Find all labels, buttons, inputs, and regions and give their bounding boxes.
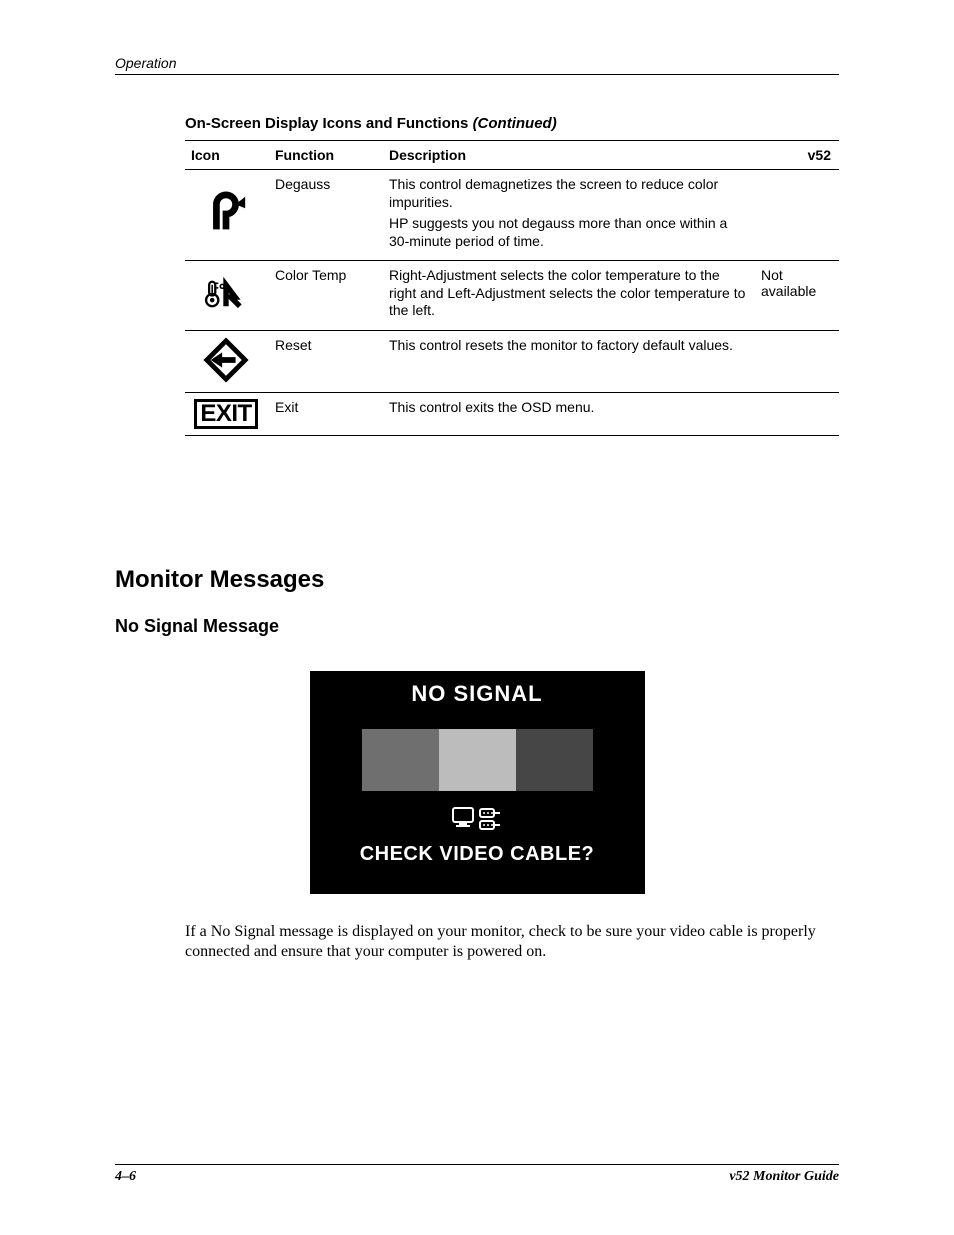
exit-icon-cell: EXIT bbox=[185, 392, 269, 435]
table-title-continued: (Continued) bbox=[473, 115, 557, 132]
table-row: Degauss This control demagnetizes the sc… bbox=[185, 170, 839, 261]
bar-grey-3 bbox=[516, 729, 593, 791]
no-signal-message: CHECK VIDEO CABLE? bbox=[310, 843, 645, 866]
table-row: EXIT Exit This control exits the OSD men… bbox=[185, 392, 839, 435]
degauss-icon-cell bbox=[185, 170, 269, 261]
bar-grey-1 bbox=[362, 729, 439, 791]
footer-rule bbox=[115, 1164, 839, 1165]
v52-cell bbox=[755, 170, 839, 261]
header-section-label: Operation bbox=[115, 55, 839, 71]
table-row: Reset This control resets the monitor to… bbox=[185, 330, 839, 392]
page-footer: 4–6 v52 Monitor Guide bbox=[115, 1164, 839, 1185]
th-v52: v52 bbox=[755, 141, 839, 170]
exit-icon: EXIT bbox=[194, 399, 257, 429]
colortemp-icon-cell bbox=[185, 261, 269, 331]
footer-page-number: 4–6 bbox=[115, 1169, 136, 1185]
func-cell: Degauss bbox=[269, 170, 383, 261]
osd-table: Icon Function Description v52 Degauss bbox=[185, 141, 839, 436]
desc-line: This control resets the monitor to facto… bbox=[389, 337, 747, 355]
desc-line: Right-Adjustment selects the color tempe… bbox=[389, 267, 747, 320]
footer-guide-title: v52 Monitor Guide bbox=[729, 1169, 839, 1185]
no-signal-title: NO SIGNAL bbox=[310, 671, 645, 715]
v52-cell bbox=[755, 330, 839, 392]
reset-icon-cell bbox=[185, 330, 269, 392]
no-signal-caption: If a No Signal message is displayed on y… bbox=[185, 922, 839, 964]
desc-cell: This control resets the monitor to facto… bbox=[383, 330, 755, 392]
monitor-cable-icon bbox=[450, 805, 504, 837]
section-heading-monitor-messages: Monitor Messages bbox=[115, 566, 839, 594]
table-title-main: On-Screen Display Icons and Functions bbox=[185, 115, 473, 132]
degauss-icon bbox=[203, 191, 249, 237]
no-signal-bars bbox=[310, 715, 645, 805]
th-icon: Icon bbox=[185, 141, 269, 170]
table-header-row: Icon Function Description v52 bbox=[185, 141, 839, 170]
table-row: Color Temp Right-Adjustment selects the … bbox=[185, 261, 839, 331]
reset-icon bbox=[203, 337, 249, 383]
func-cell: Color Temp bbox=[269, 261, 383, 331]
table-title: On-Screen Display Icons and Functions (C… bbox=[185, 115, 839, 132]
subheading-no-signal: No Signal Message bbox=[115, 616, 839, 637]
header-rule bbox=[115, 74, 839, 75]
desc-cell: Right-Adjustment selects the color tempe… bbox=[383, 261, 755, 331]
th-description: Description bbox=[383, 141, 755, 170]
func-cell: Reset bbox=[269, 330, 383, 392]
v52-cell: Not available bbox=[755, 261, 839, 331]
desc-cell: This control demagnetizes the screen to … bbox=[383, 170, 755, 261]
desc-cell: This control exits the OSD menu. bbox=[383, 392, 755, 435]
bar-grey-2 bbox=[439, 729, 516, 791]
desc-line: This control demagnetizes the screen to … bbox=[389, 176, 747, 211]
v52-cell bbox=[755, 392, 839, 435]
th-function: Function bbox=[269, 141, 383, 170]
desc-line: This control exits the OSD menu. bbox=[389, 399, 747, 417]
func-cell: Exit bbox=[269, 392, 383, 435]
colortemp-icon bbox=[203, 271, 249, 317]
no-signal-figure: NO SIGNAL bbox=[310, 671, 645, 894]
desc-line: HP suggests you not degauss more than on… bbox=[389, 215, 747, 250]
